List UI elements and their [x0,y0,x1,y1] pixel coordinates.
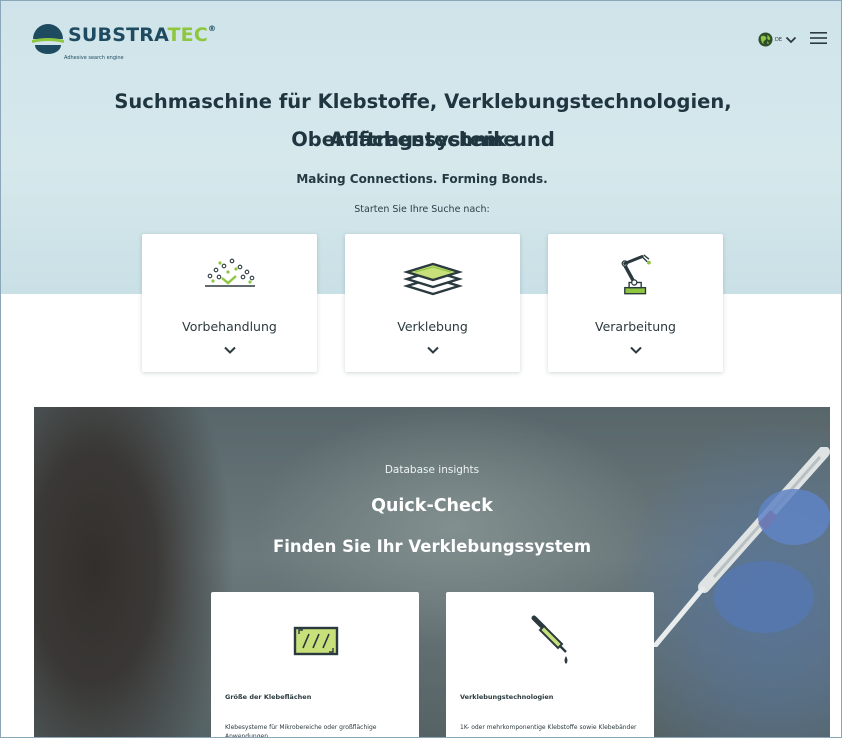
chevron-down-icon [223,346,236,354]
language-selector[interactable]: DE [758,32,797,47]
logo-registered-mark: ® [207,24,217,33]
category-label: Verklebung [397,319,468,334]
chevron-down-icon [785,36,797,43]
quick-check-card-size[interactable]: Größe der Klebeflächen Klebesysteme für … [211,592,419,738]
logo-mark-icon [32,24,64,54]
hamburger-menu-icon[interactable] [810,31,827,45]
dropper-icon [531,615,568,664]
category-label: Vorbehandlung [182,319,277,334]
brand-logo[interactable]: SUBSTRATEC® Adhesive search engine [31,21,216,61]
logo-word-tec: TEC [167,24,208,46]
category-label: Verarbeitung [595,319,676,334]
quick-check-section: Database insights Quick-Check Finden Sie… [34,407,830,738]
card-text: Klebesysteme für Mikrobereiche oder groß… [225,724,377,738]
language-code: DE [775,36,783,43]
logo-wordmark: SUBSTRATEC® [68,24,216,46]
robot-arm-icon [621,254,651,295]
category-card-vorbehandlung[interactable]: Vorbehandlung [142,234,317,372]
globe-icon [758,32,773,47]
search-start-prompt: Starten Sie Ihre Suche nach: [354,204,490,215]
logo-tagline: Adhesive search engine [64,55,124,61]
logo-word-substra: SUBSTRA [68,24,168,46]
quick-check-title: Quick-Check [371,496,493,516]
surface-area-icon [293,626,339,656]
category-card-verarbeitung[interactable]: Verarbeitung [548,234,723,372]
card-heading: Verklebungstechnologien [460,693,554,701]
quick-check-card-technology[interactable]: Verklebungstechnologien 1K- oder mehrkom… [446,592,654,737]
quick-check-subtitle: Finden Sie Ihr Verklebungssystem [272,537,592,556]
card-text: 1K- oder mehrkomponentige Klebstoffe sow… [460,724,637,731]
quick-check-kicker: Database insights [384,464,480,476]
hero-tagline: Making Connections. Forming Bonds. [296,172,548,186]
layers-icon [402,262,463,296]
page-title-line2: Auftragssysteme [329,128,517,151]
card-heading: Größe der Klebeflächen [225,693,312,701]
chevron-down-icon [426,346,439,354]
page-frame: SUBSTRATEC® Adhesive search engine DE Su… [0,0,842,738]
category-card-verklebung[interactable]: Verklebung [345,234,520,372]
chevron-down-icon [629,346,642,354]
particles-surface-icon [204,258,255,287]
